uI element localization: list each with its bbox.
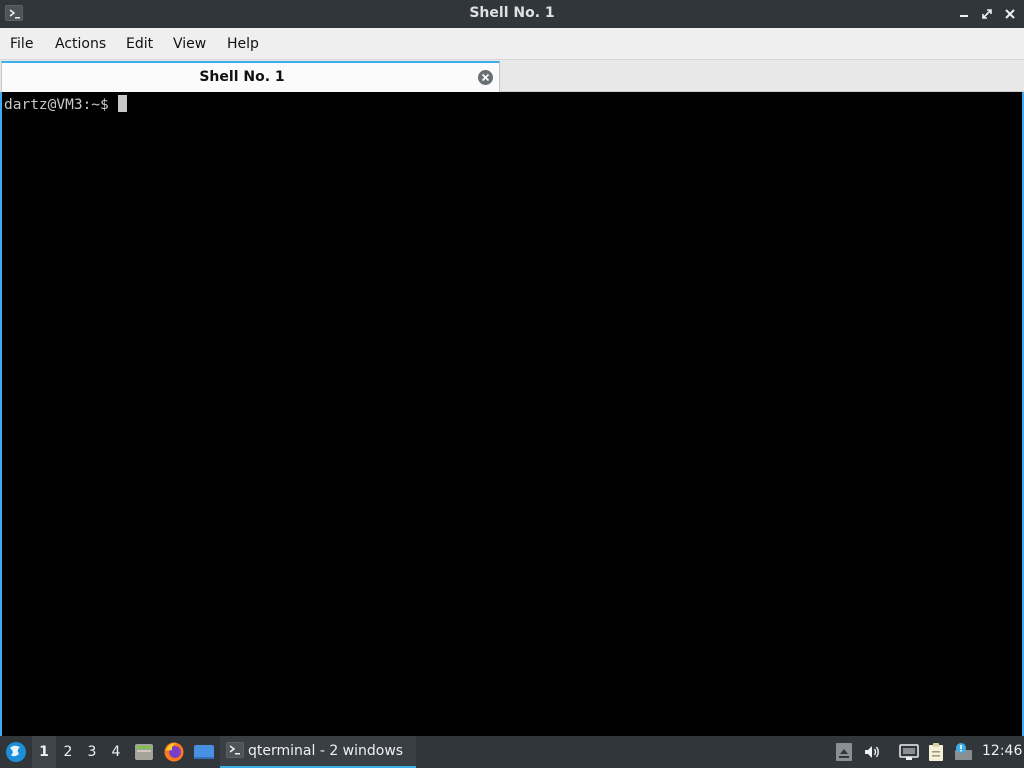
firefox-launcher[interactable]: [163, 741, 185, 763]
shell-prompt: dartz@VM3:~$: [4, 97, 109, 113]
tab-label: Shell No. 1: [199, 69, 285, 85]
menu-help[interactable]: Help: [227, 36, 259, 52]
task-label: qterminal - 2 windows: [248, 743, 404, 759]
clock[interactable]: 12:46: [982, 743, 1022, 759]
file-manager-launcher[interactable]: [133, 741, 155, 763]
desktop-2[interactable]: 2: [56, 736, 80, 768]
desktop-3[interactable]: 3: [80, 736, 104, 768]
tray-arrow-icon: [836, 743, 852, 761]
clipboard-button[interactable]: [926, 742, 946, 762]
network-icon: [899, 744, 919, 760]
volume-button[interactable]: [862, 742, 882, 762]
clipboard-icon: [929, 743, 943, 761]
menu-bar: File Actions Edit View Help: [0, 28, 1024, 60]
volume-icon: [865, 746, 879, 758]
update-notifier-button[interactable]: [953, 742, 973, 762]
menu-view[interactable]: View: [173, 36, 206, 52]
text-cursor: [117, 95, 127, 112]
prompt-line: dartz@VM3:~$: [4, 95, 127, 113]
taskbar-task-qterminal[interactable]: qterminal - 2 windows: [220, 736, 416, 768]
tray-arrow-button[interactable]: [834, 742, 854, 762]
tab-shell-1[interactable]: Shell No. 1: [1, 61, 500, 92]
close-circle-icon: [478, 70, 493, 85]
maximize-button[interactable]: [979, 6, 995, 22]
show-desktop-launcher[interactable]: [193, 741, 215, 763]
taskbar: 1 2 3 4 qterminal - 2 windows 12:46: [0, 736, 1024, 768]
desktop-4[interactable]: 4: [104, 736, 128, 768]
terminal-area[interactable]: dartz@VM3:~$: [0, 92, 1024, 736]
window-titlebar[interactable]: Shell No. 1: [0, 0, 1024, 28]
firefox-icon: [164, 742, 184, 762]
show-desktop-icon: [194, 745, 214, 759]
menu-actions[interactable]: Actions: [55, 36, 106, 52]
minimize-icon: [960, 15, 968, 17]
update-notifier-icon: [955, 743, 972, 760]
tab-bar: Shell No. 1: [0, 60, 1024, 92]
menu-edit[interactable]: Edit: [126, 36, 153, 52]
window-title: Shell No. 1: [469, 5, 555, 21]
minimize-button[interactable]: [956, 6, 972, 22]
menu-file[interactable]: File: [10, 36, 33, 52]
tab-close-button[interactable]: [477, 69, 494, 86]
terminal-icon: [226, 742, 244, 758]
restore-icon: [982, 9, 992, 19]
desktop-1[interactable]: 1: [32, 736, 56, 768]
network-button[interactable]: [899, 742, 919, 762]
close-icon: [1005, 9, 1015, 19]
start-menu-button[interactable]: [4, 740, 28, 764]
close-button[interactable]: [1002, 6, 1018, 22]
lxqt-start-icon: [6, 742, 26, 762]
file-manager-icon: [135, 744, 153, 760]
